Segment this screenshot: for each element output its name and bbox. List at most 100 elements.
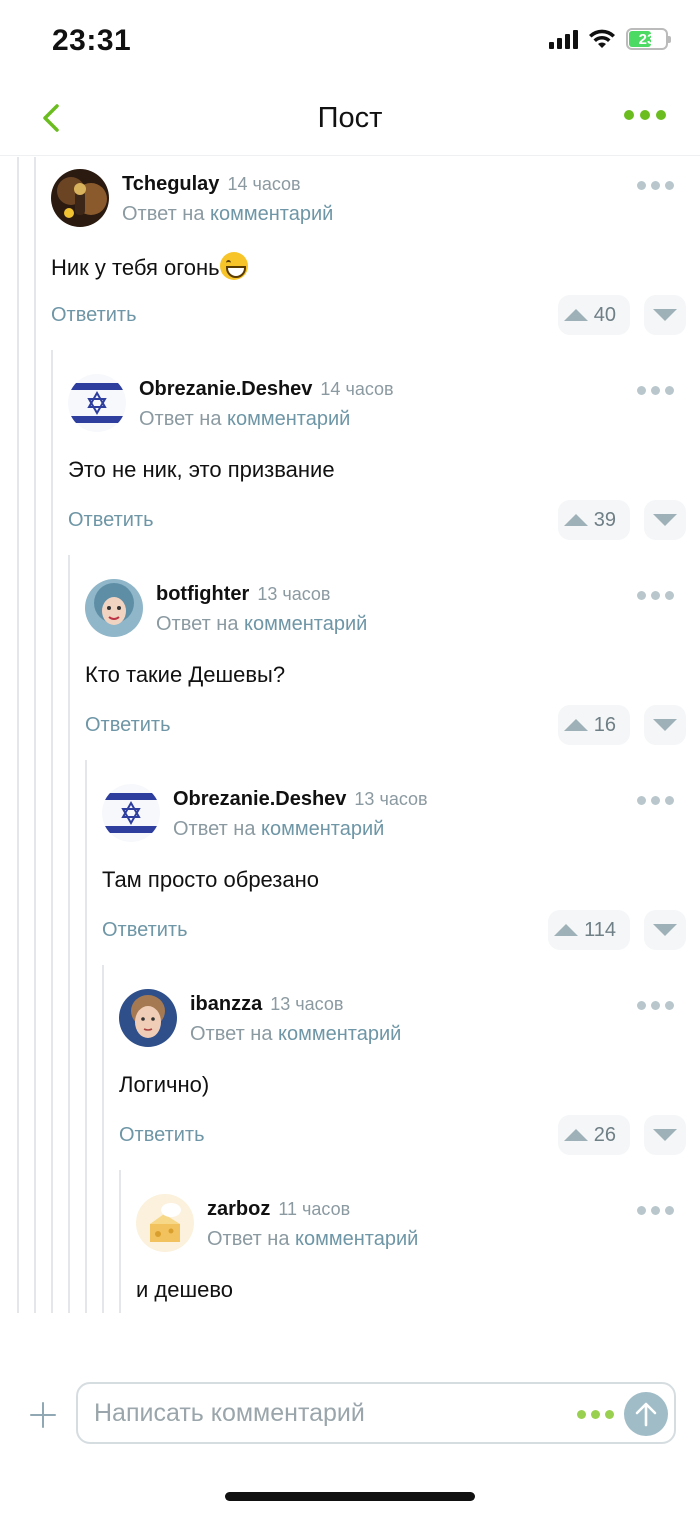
thread-line bbox=[34, 157, 36, 1313]
avatar[interactable] bbox=[136, 1194, 194, 1252]
reply-to-link[interactable]: комментарий bbox=[261, 818, 384, 840]
comment-text: Там просто обрезано bbox=[102, 867, 320, 892]
more-dots-icon bbox=[637, 591, 646, 600]
downvote-button[interactable] bbox=[644, 295, 686, 335]
arrow-up-triangle-icon bbox=[563, 719, 588, 731]
comment-composer bbox=[0, 1360, 700, 1470]
reply-to-link[interactable]: комментарий bbox=[295, 1228, 418, 1250]
vote-count: 26 bbox=[593, 1123, 616, 1146]
upvote-button[interactable]: 114 bbox=[548, 910, 630, 950]
arrow-down-triangle-icon bbox=[653, 924, 677, 936]
comment-thread: Tchegulay 14 часов Ответ на комментарий Н… bbox=[0, 157, 700, 1313]
israel-flag-avatar[interactable] bbox=[68, 374, 126, 432]
israel-flag-avatar[interactable] bbox=[102, 784, 160, 842]
comment-item: ibanzza 13 часов Ответ на комментарий Лог… bbox=[119, 977, 700, 1182]
home-indicator[interactable] bbox=[225, 1492, 475, 1501]
arrow-up-triangle-icon bbox=[563, 309, 588, 321]
comment-text: Ник у тебя огонь bbox=[51, 252, 248, 281]
comment-author[interactable]: ibanzza 13 часов bbox=[190, 993, 343, 1016]
comment-author[interactable]: Obrezanie.Deshev 14 часов bbox=[139, 378, 394, 401]
comment-more-button[interactable] bbox=[637, 1206, 674, 1215]
reply-button[interactable]: Ответить bbox=[51, 304, 137, 327]
comment-author[interactable]: zarboz 11 часов bbox=[207, 1198, 350, 1221]
reply-to: Ответ на комментарий bbox=[139, 408, 351, 430]
upvote-button[interactable]: 39 bbox=[557, 500, 630, 540]
comment-item: Obrezanie.Deshev 13 часов Ответ на коммен… bbox=[102, 772, 700, 977]
more-dots-icon bbox=[637, 181, 646, 190]
downvote-button[interactable] bbox=[644, 1115, 686, 1155]
more-dots-icon bbox=[637, 1206, 646, 1215]
downvote-button[interactable] bbox=[644, 705, 686, 745]
reply-to-link[interactable]: комментарий bbox=[227, 408, 350, 430]
more-dots-icon bbox=[637, 386, 646, 395]
comment-more-button[interactable] bbox=[637, 181, 674, 190]
reply-to: Ответ на комментарий bbox=[190, 1023, 402, 1045]
comment-text: Кто такие Дешевы? bbox=[85, 662, 286, 687]
reply-button[interactable]: Ответить bbox=[102, 919, 188, 942]
arrow-down-triangle-icon bbox=[653, 309, 677, 321]
plus-icon[interactable] bbox=[28, 1400, 58, 1430]
reply-to-link[interactable]: комментарий bbox=[278, 1023, 401, 1045]
thread-line bbox=[17, 157, 19, 1313]
avatar[interactable] bbox=[119, 989, 177, 1047]
comment-time: 13 часов bbox=[354, 789, 428, 809]
arrow-down-triangle-icon bbox=[653, 514, 677, 526]
more-dots-icon bbox=[624, 110, 634, 120]
status-time: 23:31 bbox=[52, 24, 132, 57]
comment-time: 13 часов bbox=[257, 584, 331, 604]
comment-time: 14 часов bbox=[320, 379, 394, 399]
comment-more-button[interactable] bbox=[637, 796, 674, 805]
arrow-down-triangle-icon bbox=[653, 719, 677, 731]
comment-item: Tchegulay 14 часов Ответ на комментарий Н… bbox=[51, 157, 700, 362]
downvote-button[interactable] bbox=[644, 500, 686, 540]
comment-item: zarboz 11 часов Ответ на комментарий и де… bbox=[136, 1182, 700, 1313]
more-dots-icon[interactable] bbox=[577, 1410, 614, 1419]
avatar[interactable] bbox=[85, 579, 143, 637]
avatar[interactable] bbox=[51, 169, 109, 227]
send-button[interactable] bbox=[624, 1392, 668, 1436]
vote-count: 16 bbox=[593, 713, 616, 736]
more-options-button[interactable] bbox=[624, 110, 666, 120]
reply-to: Ответ на комментарий bbox=[207, 1228, 419, 1250]
comment-author[interactable]: botfighter 13 часов bbox=[156, 583, 331, 606]
reply-to-link[interactable]: комментарий bbox=[244, 613, 367, 635]
vote-count: 114 bbox=[584, 918, 616, 941]
comment-time: 13 часов bbox=[270, 994, 344, 1014]
reply-to: Ответ на комментарий bbox=[173, 818, 385, 840]
status-icons: 23 bbox=[549, 28, 671, 50]
comment-text: Это не ник, это призвание bbox=[68, 457, 335, 482]
arrow-up-triangle-icon bbox=[554, 924, 579, 936]
page-title: Пост bbox=[317, 102, 383, 134]
comment-more-button[interactable] bbox=[637, 591, 674, 600]
thread-line bbox=[85, 760, 87, 1313]
comment-time: 11 часов bbox=[278, 1199, 351, 1219]
reply-to: Ответ на комментарий bbox=[122, 203, 334, 225]
reply-button[interactable]: Ответить bbox=[85, 714, 171, 737]
comment-more-button[interactable] bbox=[637, 1001, 674, 1010]
battery-level: 23 bbox=[638, 30, 656, 48]
nav-header: Пост bbox=[0, 80, 700, 156]
vote-count: 39 bbox=[593, 508, 616, 531]
thread-line bbox=[102, 965, 104, 1313]
arrow-up-icon bbox=[635, 1402, 657, 1427]
upvote-button[interactable]: 26 bbox=[557, 1115, 630, 1155]
arrow-up-triangle-icon bbox=[563, 514, 588, 526]
reply-to: Ответ на комментарий bbox=[156, 613, 368, 635]
comment-author[interactable]: Tchegulay 14 часов bbox=[122, 173, 301, 196]
wifi-icon bbox=[589, 29, 615, 48]
comment-time: 14 часов bbox=[227, 174, 301, 194]
reply-to-link[interactable]: комментарий bbox=[210, 203, 333, 225]
thread-line bbox=[119, 1170, 121, 1313]
thread-line bbox=[51, 350, 53, 1313]
more-dots-icon bbox=[637, 796, 646, 805]
upvote-button[interactable]: 16 bbox=[557, 705, 630, 745]
reply-button[interactable]: Ответить bbox=[68, 509, 154, 532]
comment-text: и дешево bbox=[136, 1277, 234, 1302]
downvote-button[interactable] bbox=[644, 910, 686, 950]
reply-button[interactable]: Ответить bbox=[119, 1124, 205, 1147]
more-dots-icon bbox=[637, 1001, 646, 1010]
comment-author[interactable]: Obrezanie.Deshev 13 часов bbox=[173, 788, 428, 811]
status-bar: 23:31 23 bbox=[0, 0, 700, 80]
comment-more-button[interactable] bbox=[637, 386, 674, 395]
upvote-button[interactable]: 40 bbox=[557, 295, 630, 335]
